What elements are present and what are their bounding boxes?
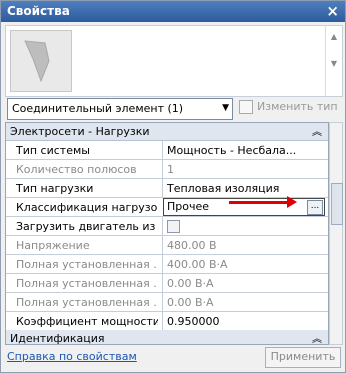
property-row-voltage: Напряжение 480.00 В xyxy=(6,236,328,255)
property-name: Загрузить двигатель из ... xyxy=(16,220,158,233)
type-selector-row: Соединительный элемент (1) ▼ Изменить ти… xyxy=(5,98,343,120)
section-identification[interactable]: Идентификация ︽ xyxy=(6,330,328,345)
property-value-text: 0.00 В·А xyxy=(167,296,214,309)
property-name: Тип системы xyxy=(16,144,90,157)
chevron-down-icon[interactable]: ▼ xyxy=(326,59,342,68)
ellipsis-button-icon[interactable]: ... xyxy=(307,200,323,215)
property-value-text: 400.00 В·А xyxy=(167,258,228,271)
property-name: Полная установленная ... xyxy=(16,296,158,309)
property-name: Классификация нагрузок xyxy=(16,201,158,214)
property-value-text: 480.00 В xyxy=(167,239,217,252)
window-title: Свойства xyxy=(7,4,70,18)
annotation-arrow-head xyxy=(287,196,297,208)
property-row-poles: Количество полюсов 1 xyxy=(6,160,328,179)
edit-type-icon xyxy=(239,100,253,114)
grid-scrollbar[interactable] xyxy=(329,122,343,345)
property-name: Количество полюсов xyxy=(16,163,137,176)
chevron-up-icon[interactable]: ▲ xyxy=(326,32,342,41)
property-name: Тип нагрузки xyxy=(16,182,94,195)
annotation-arrow-shaft xyxy=(229,201,291,204)
type-selector-value: Соединительный элемент (1) xyxy=(12,102,184,115)
edit-type-button[interactable]: Изменить тип xyxy=(239,100,338,114)
type-preview: ▲ ▼ xyxy=(5,25,343,97)
footer: Справка по свойствам Применить xyxy=(1,345,345,372)
title-bar: Свойства × xyxy=(1,1,345,22)
motor-checkbox[interactable] xyxy=(167,220,180,233)
property-name: Коэффициент мощности xyxy=(16,315,158,328)
properties-grid: Электросети - Нагрузки ︽ Тип системы Мощ… xyxy=(5,122,329,345)
property-value-text: Мощность - Несбала... xyxy=(167,144,297,157)
close-icon[interactable]: × xyxy=(326,2,339,20)
property-row-load-type[interactable]: Тип нагрузки Тепловая изоляция xyxy=(6,179,328,198)
property-value: 1 xyxy=(162,160,328,178)
property-row-apparent-load-2: Полная установленная ... 0.00 В·А xyxy=(6,274,328,293)
property-value-text: Прочее xyxy=(167,200,210,213)
property-value: 480.00 В xyxy=(162,236,328,254)
edit-type-label: Изменить тип xyxy=(257,100,338,113)
property-value: 0.00 В·А xyxy=(162,293,328,311)
property-value: 0.00 В·А xyxy=(162,274,328,292)
scrollbar-thumb[interactable] xyxy=(331,183,343,225)
property-name: Полная установленная ... xyxy=(16,277,158,290)
section-electrical-loads[interactable]: Электросети - Нагрузки ︽ xyxy=(6,123,328,141)
property-value[interactable]: Тепловая изоляция xyxy=(162,179,328,197)
element-preview-icon xyxy=(10,30,72,92)
property-row-apparent-load-1: Полная установленная ... 400.00 В·А xyxy=(6,255,328,274)
property-value-text: Тепловая изоляция xyxy=(167,182,280,195)
property-value[interactable]: 0.950000 xyxy=(162,312,328,330)
collapse-icon[interactable]: ︽ xyxy=(312,123,322,138)
type-selector-dropdown[interactable]: Соединительный элемент (1) ▼ xyxy=(7,98,233,120)
property-row-power-factor[interactable]: Коэффициент мощности 0.950000 xyxy=(6,312,328,331)
preview-scroll[interactable]: ▲ ▼ xyxy=(325,26,342,96)
property-name: Напряжение xyxy=(16,239,90,252)
property-name: Полная установленная ... xyxy=(16,258,158,271)
property-row-apparent-load-3: Полная установленная ... 0.00 В·А xyxy=(6,293,328,312)
properties-window: Свойства × ▲ ▼ Соединительный элемент (1… xyxy=(0,0,346,373)
property-value[interactable] xyxy=(162,217,328,235)
property-value: 400.00 В·А xyxy=(162,255,328,273)
property-row-system-type[interactable]: Тип системы Мощность - Несбала... xyxy=(6,141,328,160)
section-title: Электросети - Нагрузки xyxy=(10,125,150,138)
connector-shape-icon xyxy=(24,40,50,83)
property-row-motor[interactable]: Загрузить двигатель из ... xyxy=(6,217,328,236)
collapse-icon[interactable]: ︽ xyxy=(312,330,322,344)
chevron-down-icon[interactable]: ▼ xyxy=(222,103,229,113)
help-link[interactable]: Справка по свойствам xyxy=(7,350,137,363)
property-value-text: 0.950000 xyxy=(167,315,220,328)
property-value[interactable]: Мощность - Несбала... xyxy=(162,141,328,159)
apply-button[interactable]: Применить xyxy=(265,347,341,368)
property-value-text: 0.00 В·А xyxy=(167,277,214,290)
property-value-text: 1 xyxy=(167,163,174,176)
section-title: Идентификация xyxy=(10,332,105,345)
